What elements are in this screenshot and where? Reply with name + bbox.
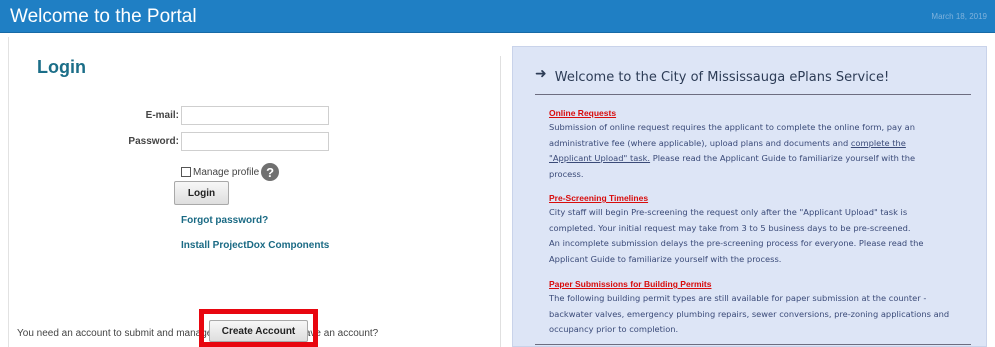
- create-account-highlight: [199, 309, 318, 347]
- email-field[interactable]: [181, 106, 329, 125]
- section-line: occupancy prior to completion.: [549, 324, 679, 334]
- current-date: March 18, 2019: [931, 12, 987, 21]
- login-panel: Login E-mail: Password: Manage profile ?…: [8, 37, 498, 347]
- section-line: completed. Your initial request may take…: [549, 222, 911, 233]
- section-line: Applicant Guide to familiarize yourself …: [549, 253, 782, 264]
- applicant-upload-link[interactable]: "Applicant Upload" task.: [549, 153, 650, 163]
- section-line: backwater valves, emergency plumbing rep…: [549, 308, 950, 319]
- arrow-right-icon: ➜: [535, 66, 547, 82]
- section-line: An incomplete submission delays the pre-…: [549, 238, 924, 248]
- section-line-group: administrative fee (where applicable), u…: [549, 136, 981, 152]
- welcome-rule: [535, 94, 971, 95]
- welcome-text: Welcome to the City of Mississauga ePlan…: [554, 69, 890, 85]
- bottom-rule: [535, 344, 971, 345]
- manage-profile-checkbox[interactable]: [181, 167, 191, 177]
- manage-profile-row: Manage profile ?: [181, 162, 280, 182]
- section-line: process.: [549, 168, 584, 179]
- section-line: Submission of online request requires th…: [549, 122, 916, 132]
- pre-screening-section: Pre-Screening Timelines City staff will …: [549, 192, 981, 267]
- password-field[interactable]: [181, 132, 329, 151]
- section-title[interactable]: Pre-Screening Timelines: [549, 192, 981, 205]
- section-line: City staff will begin Pre-screening the …: [549, 207, 908, 217]
- email-label: E-mail:: [145, 110, 179, 121]
- portal-title: Welcome to the Portal: [10, 6, 197, 27]
- portal-header: Welcome to the Portal March 18, 2019: [0, 0, 995, 33]
- welcome-heading: ➜ Welcome to the City of Mississauga ePl…: [535, 66, 890, 85]
- complete-upload-link[interactable]: complete the: [851, 138, 906, 148]
- section-line: administrative fee (where applicable), u…: [549, 137, 851, 148]
- account-prompt: You need an account to submit and manage…: [17, 328, 379, 339]
- paper-submissions-section: Paper Submissions for Building Permits T…: [549, 278, 981, 338]
- password-label: Password:: [128, 136, 179, 147]
- login-heading: Login: [37, 57, 86, 77]
- manage-profile-label: Manage profile: [193, 166, 260, 178]
- help-icon[interactable]: ?: [261, 163, 280, 181]
- login-button[interactable]: Login: [174, 181, 229, 205]
- install-components-link[interactable]: Install ProjectDox Components: [181, 240, 329, 251]
- section-title[interactable]: Online Requests: [549, 107, 981, 120]
- section-line-group: "Applicant Upload" task. Please read the…: [549, 151, 981, 167]
- info-panel: ➜ Welcome to the City of Mississauga ePl…: [512, 46, 987, 347]
- forgot-password-link[interactable]: Forgot password?: [181, 215, 268, 226]
- section-line: The following building permit types are …: [549, 293, 927, 303]
- section-line: Please read the Applicant Guide to famil…: [650, 153, 916, 163]
- section-title[interactable]: Paper Submissions for Building Permits: [549, 278, 981, 291]
- panel-divider: [500, 56, 501, 347]
- online-requests-section: Online Requests Submission of online req…: [549, 107, 981, 182]
